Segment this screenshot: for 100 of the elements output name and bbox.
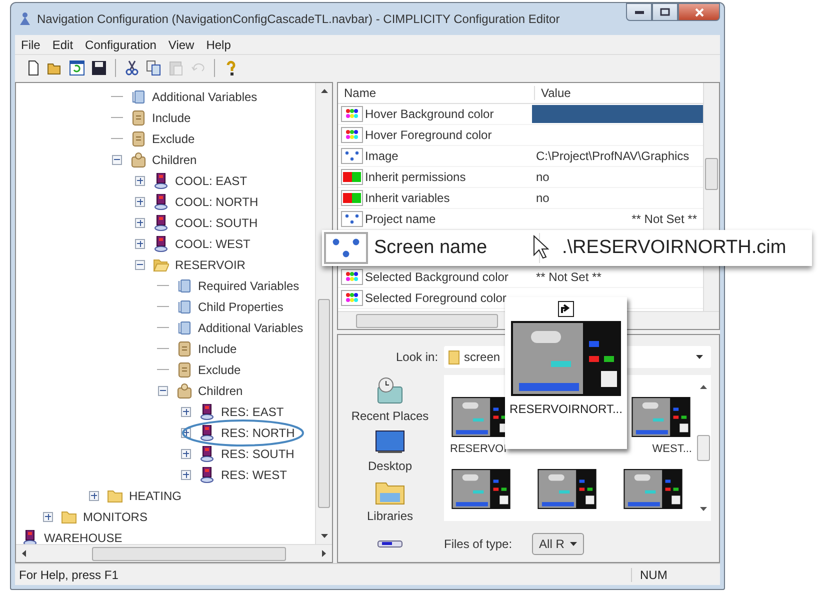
look-in-label: Look in: (396, 350, 438, 364)
minimize-icon (634, 10, 644, 14)
file-name[interactable]: RESERVOI (450, 443, 507, 455)
screen-icon (199, 404, 215, 420)
tree-item[interactable]: COOL: EAST (173, 174, 250, 188)
tree-item[interactable]: COOL: WEST (173, 236, 252, 250)
num-lock-indicator: NUM (631, 568, 690, 582)
tree-item[interactable]: WAREHOUSE (42, 530, 124, 544)
menu-item[interactable]: Edit (52, 38, 74, 52)
tree-item[interactable]: RES: WEST (219, 468, 290, 482)
expand-toggle[interactable] (135, 176, 145, 186)
property-name[interactable]: Selected Foreground color (365, 291, 506, 305)
tree-item[interactable]: Required Variables (196, 278, 302, 292)
place-label[interactable]: Recent Places (351, 409, 429, 423)
property-name[interactable]: Selected Background color (365, 270, 508, 284)
screen-thumbnail (450, 469, 512, 509)
expand-toggle[interactable] (112, 154, 122, 164)
property-value: .\RESERVOIRNORTH.cim (562, 237, 786, 259)
palette-icon (341, 269, 363, 285)
stars-icon (341, 148, 363, 164)
property-value[interactable]: no (532, 170, 550, 184)
file-name: RESERVOIRNORT... (510, 402, 622, 416)
menu-item[interactable]: View (168, 38, 194, 52)
file-name[interactable]: WEST... (652, 443, 692, 455)
scroll-up-icon (700, 385, 707, 389)
tree-item[interactable]: Additional Variables (150, 90, 260, 104)
screen-icon (199, 424, 215, 440)
property-name[interactable]: Image (365, 149, 398, 163)
tree-item[interactable]: Child Properties (196, 300, 286, 314)
column-header[interactable]: Name (338, 86, 535, 100)
expand-toggle[interactable] (135, 238, 145, 248)
expand-toggle[interactable] (43, 512, 53, 522)
color-swatch[interactable] (532, 105, 703, 123)
tree-item[interactable]: COOL: SOUTH (173, 216, 260, 230)
folder-icon (61, 508, 77, 524)
expand-toggle[interactable] (135, 260, 145, 270)
expand-toggle[interactable] (181, 406, 191, 416)
toggle-icon (341, 169, 363, 185)
menu-item[interactable]: Help (206, 38, 231, 52)
property-name[interactable]: Hover Foreground color (365, 128, 492, 142)
refresh-icon[interactable] (69, 60, 85, 76)
property-value[interactable]: no (532, 191, 550, 205)
scroll-thumb[interactable] (705, 158, 718, 190)
scroll-up-icon (320, 89, 328, 93)
expand-toggle[interactable] (158, 386, 168, 396)
status-text: For Help, press F1 (19, 568, 118, 582)
maximize-button[interactable] (652, 3, 678, 21)
place-label[interactable]: Desktop (368, 459, 412, 473)
tree-item[interactable]: Include (196, 342, 239, 356)
horizontal-scrollbar[interactable] (16, 544, 332, 562)
column-header[interactable]: Value (535, 86, 571, 100)
expand-toggle[interactable] (135, 196, 145, 206)
list-icon (130, 130, 146, 146)
files-of-type-label: Files of type: (444, 537, 512, 551)
tree-item[interactable]: RES: SOUTH (219, 446, 296, 460)
property-name[interactable]: Hover Background color (365, 107, 494, 121)
place-label[interactable]: Libraries (366, 509, 414, 523)
tree-item[interactable]: Exclude (196, 362, 243, 376)
property-name[interactable]: Project name (365, 212, 436, 226)
maximize-icon (660, 8, 670, 16)
group-icon (176, 382, 192, 398)
menu-item[interactable]: File (21, 38, 40, 52)
stars-icon (341, 211, 363, 227)
file-type-dropdown[interactable]: All R (532, 533, 584, 555)
scissors-icon[interactable] (124, 60, 140, 76)
expand-toggle[interactable] (135, 218, 145, 228)
tree-item[interactable]: Include (150, 110, 193, 124)
expand-toggle[interactable] (181, 448, 191, 458)
window-title: Navigation Configuration (NavigationConfigCascadeTL.navbar) - CIMPLICITY Configuration Editor (37, 12, 560, 26)
close-button[interactable] (678, 3, 720, 21)
list-icon (176, 362, 192, 378)
group-icon (130, 152, 146, 168)
scroll-thumb[interactable] (318, 299, 330, 508)
property-value[interactable]: C:\Project\ProfNAV\Graphics (532, 149, 690, 163)
menu-item[interactable]: Configuration (85, 38, 156, 52)
variable-icon (130, 88, 146, 104)
copy-icon[interactable] (146, 60, 162, 76)
tree-item[interactable]: MONITORS (81, 510, 150, 524)
mouse-pointer-icon (533, 235, 549, 259)
expand-toggle[interactable] (181, 470, 191, 480)
scroll-thumb[interactable] (356, 314, 498, 328)
tree-item[interactable]: Children (150, 152, 199, 166)
expand-toggle[interactable] (89, 490, 99, 500)
minimize-button[interactable] (626, 3, 652, 21)
tree-item[interactable]: Exclude (150, 132, 197, 146)
palette-icon (341, 290, 363, 306)
tree-item[interactable]: RESERVOIR (173, 258, 248, 272)
vertical-scrollbar[interactable] (315, 83, 332, 544)
tree-item[interactable]: RES: EAST (219, 404, 286, 418)
property-name[interactable]: Inherit permissions (365, 170, 466, 184)
property-value[interactable]: ** Not Set ** (628, 212, 703, 226)
tree-item[interactable]: Additional Variables (196, 320, 306, 334)
scroll-thumb[interactable] (92, 546, 286, 560)
tree-item[interactable]: COOL: NORTH (173, 194, 260, 208)
property-name[interactable]: Inherit variables (365, 191, 450, 205)
property-value[interactable]: ** Not Set ** (532, 270, 602, 284)
tree-item[interactable]: HEATING (127, 488, 184, 502)
close-icon (694, 8, 704, 16)
scroll-thumb[interactable] (697, 435, 710, 461)
tree-item[interactable]: Children (196, 384, 245, 398)
